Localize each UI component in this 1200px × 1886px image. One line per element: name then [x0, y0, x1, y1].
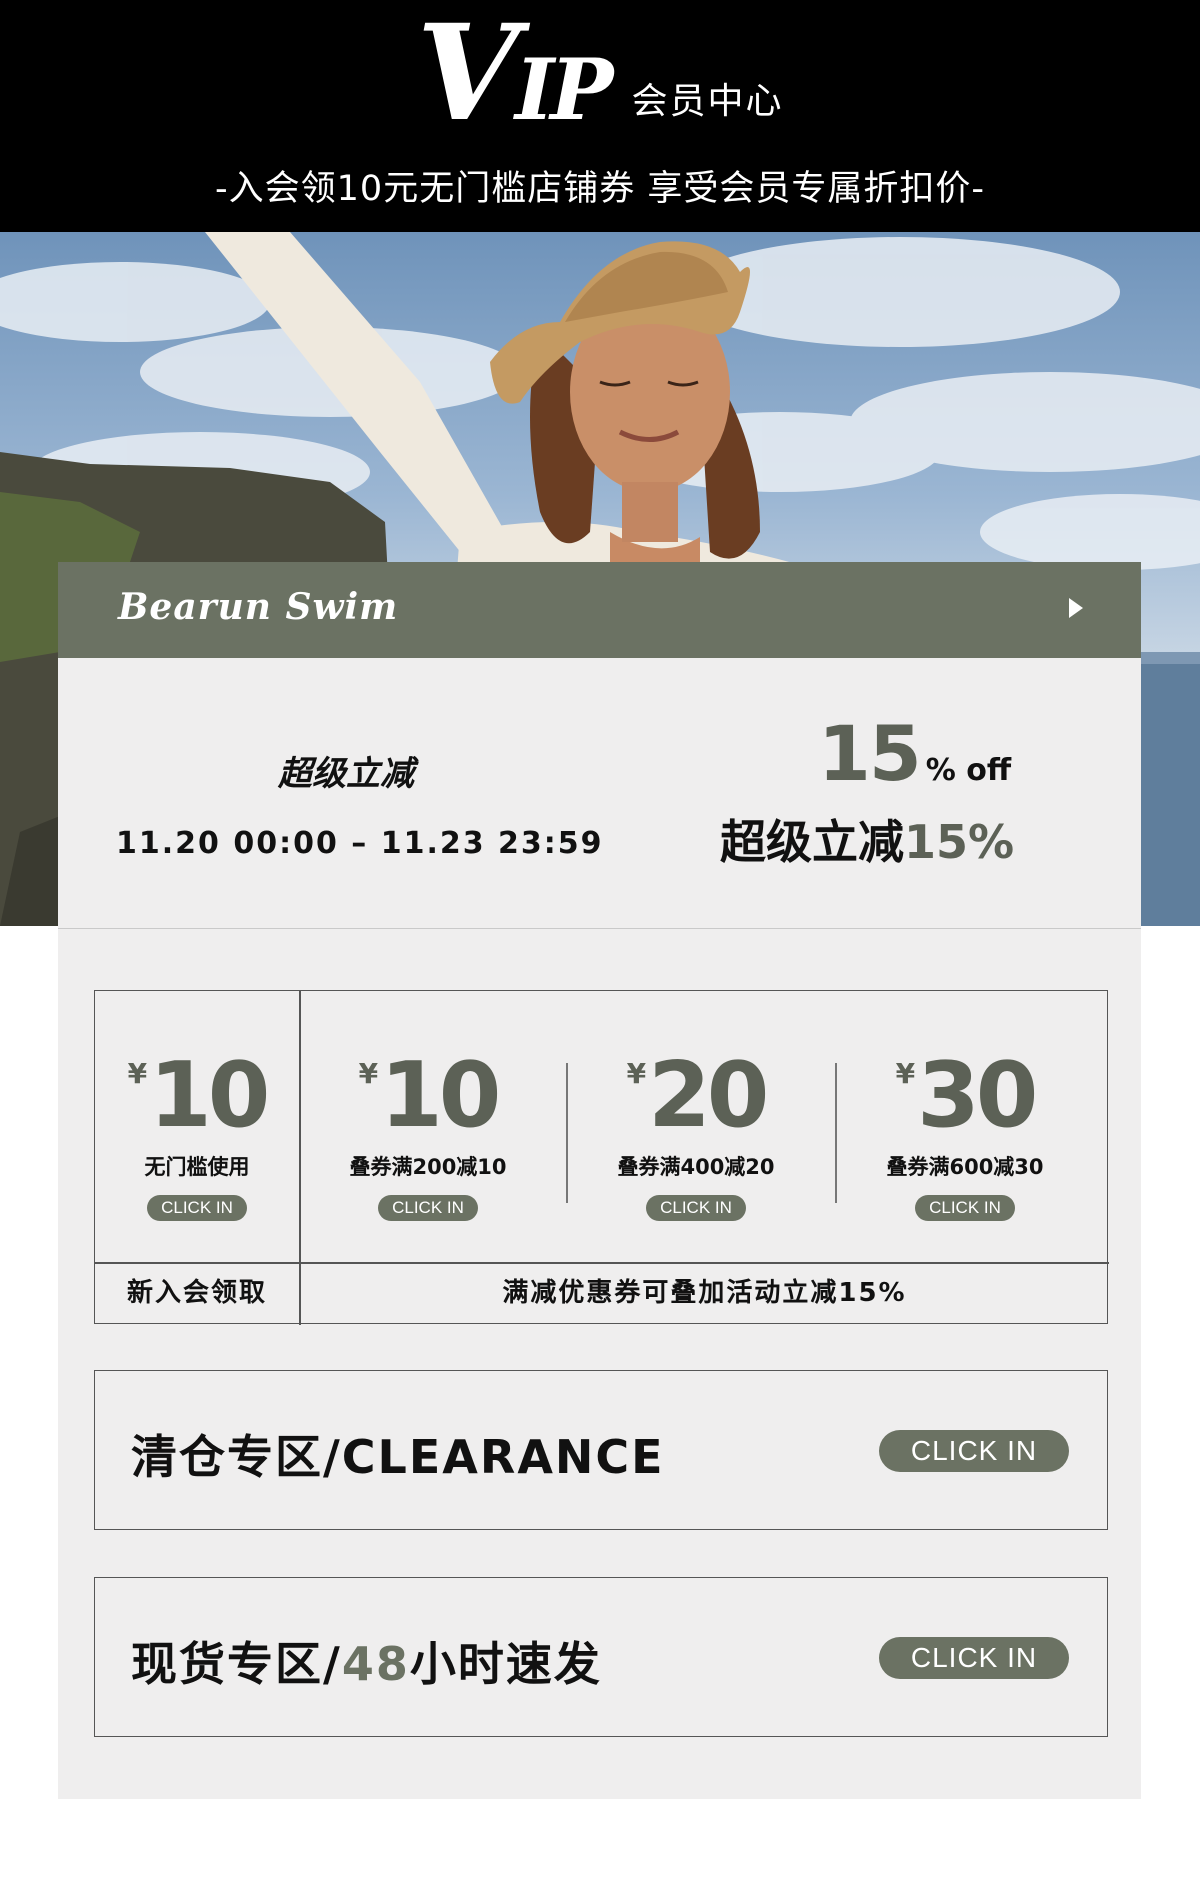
zone-title-prefix: 现货专区/	[131, 1637, 342, 1691]
coupon-table: ¥ 10 无门槛使用 CLICK IN ¥ 10 叠券满200减10 CLICK…	[92, 990, 1109, 1325]
header-tagline: -入会领10元无门槛店铺券 享受会员专属折扣价-	[215, 169, 985, 209]
currency-symbol: ¥	[626, 1057, 647, 1090]
zone-title-text: 清仓专区/CLEARANCE	[131, 1430, 665, 1484]
promo-percent-off: 15 % off	[818, 716, 1011, 792]
vip-logo-v: V	[416, 0, 519, 151]
promo-section: 超级立减 11.20 00:00 – 11.23 23:59 15 % off …	[58, 658, 1141, 928]
currency-symbol: ¥	[895, 1057, 916, 1090]
promo-percent-number: 15	[818, 709, 922, 798]
coupon-value: 10	[149, 1043, 270, 1148]
coupon-description: 叠券满600减30	[886, 1155, 1044, 1179]
clearance-zone[interactable]: 清仓专区/CLEARANCE CLICK IN	[94, 1370, 1108, 1530]
coupon-amount: ¥ 30	[860, 1051, 1070, 1141]
coupon-amount: ¥ 20	[591, 1051, 801, 1141]
vip-title-row: VIP 会员中心	[0, 8, 1200, 140]
promo-title: 超级立减	[278, 754, 414, 794]
play-arrow-icon[interactable]	[1069, 598, 1083, 618]
vip-subtitle: 会员中心	[631, 81, 784, 122]
currency-symbol: ¥	[127, 1057, 148, 1090]
vip-logo-ip: IP	[514, 40, 613, 139]
coupon-card[interactable]: ¥ 10 无门槛使用 CLICK IN	[92, 1051, 302, 1221]
currency-symbol: ¥	[358, 1057, 379, 1090]
coupon-description: 无门槛使用	[144, 1155, 250, 1179]
coupon-click-in-button[interactable]: CLICK IN	[646, 1195, 746, 1221]
coupon-separator	[835, 1063, 837, 1203]
promo-percent-suffix: % off	[925, 753, 1012, 788]
zone-title-suffix: 小时速发	[409, 1637, 602, 1691]
clearance-click-in-button[interactable]: CLICK IN	[879, 1430, 1069, 1472]
coupon-amount: ¥ 10	[323, 1051, 533, 1141]
coupon-card[interactable]: ¥ 30 叠券满600减30 CLICK IN	[860, 1051, 1070, 1221]
coupon-click-in-button[interactable]: CLICK IN	[147, 1195, 247, 1221]
in-stock-click-in-button[interactable]: CLICK IN	[879, 1637, 1069, 1679]
vip-logo: VIP	[417, 8, 614, 140]
coupon-separator	[566, 1063, 568, 1203]
zone-title: 现货专区/48小时速发	[131, 1628, 602, 1694]
coupon-description: 叠券满200减10	[349, 1155, 507, 1179]
zone-title: 清仓专区/CLEARANCE	[131, 1421, 665, 1487]
promo-dates: 11.20 00:00 – 11.23 23:59	[116, 826, 604, 861]
promo-headline-text: 超级立减	[720, 815, 904, 869]
coupon-value: 20	[648, 1043, 769, 1148]
coupon-value: 30	[917, 1043, 1038, 1148]
coupon-amount: ¥ 10	[92, 1051, 302, 1141]
promo-headline-percent: 15%	[904, 815, 1015, 869]
promo-headline: 超级立减15%	[720, 806, 1014, 872]
coupon-value: 10	[380, 1043, 501, 1148]
brand-name: Bearun Swim	[118, 586, 399, 628]
section-divider	[58, 928, 1141, 929]
coupon-click-in-button[interactable]: CLICK IN	[915, 1195, 1015, 1221]
coupon-description: 叠券满400减20	[617, 1155, 775, 1179]
in-stock-zone[interactable]: 现货专区/48小时速发 CLICK IN	[94, 1577, 1108, 1737]
stacking-note: 满减优惠券可叠加活动立减15%	[502, 1278, 907, 1308]
member-panel: Bearun Swim 超级立减 11.20 00:00 – 11.23 23:…	[58, 562, 1141, 1799]
coupon-click-in-button[interactable]: CLICK IN	[378, 1195, 478, 1221]
vip-header: VIP 会员中心 -入会领10元无门槛店铺券 享受会员专属折扣价-	[0, 0, 1200, 232]
coupon-card[interactable]: ¥ 20 叠券满400减20 CLICK IN	[591, 1051, 801, 1221]
new-member-label: 新入会领取	[126, 1278, 267, 1308]
brand-bar[interactable]: Bearun Swim	[58, 562, 1141, 658]
coupon-card[interactable]: ¥ 10 叠券满200减10 CLICK IN	[323, 1051, 533, 1221]
zone-title-accent: 48	[341, 1637, 410, 1691]
